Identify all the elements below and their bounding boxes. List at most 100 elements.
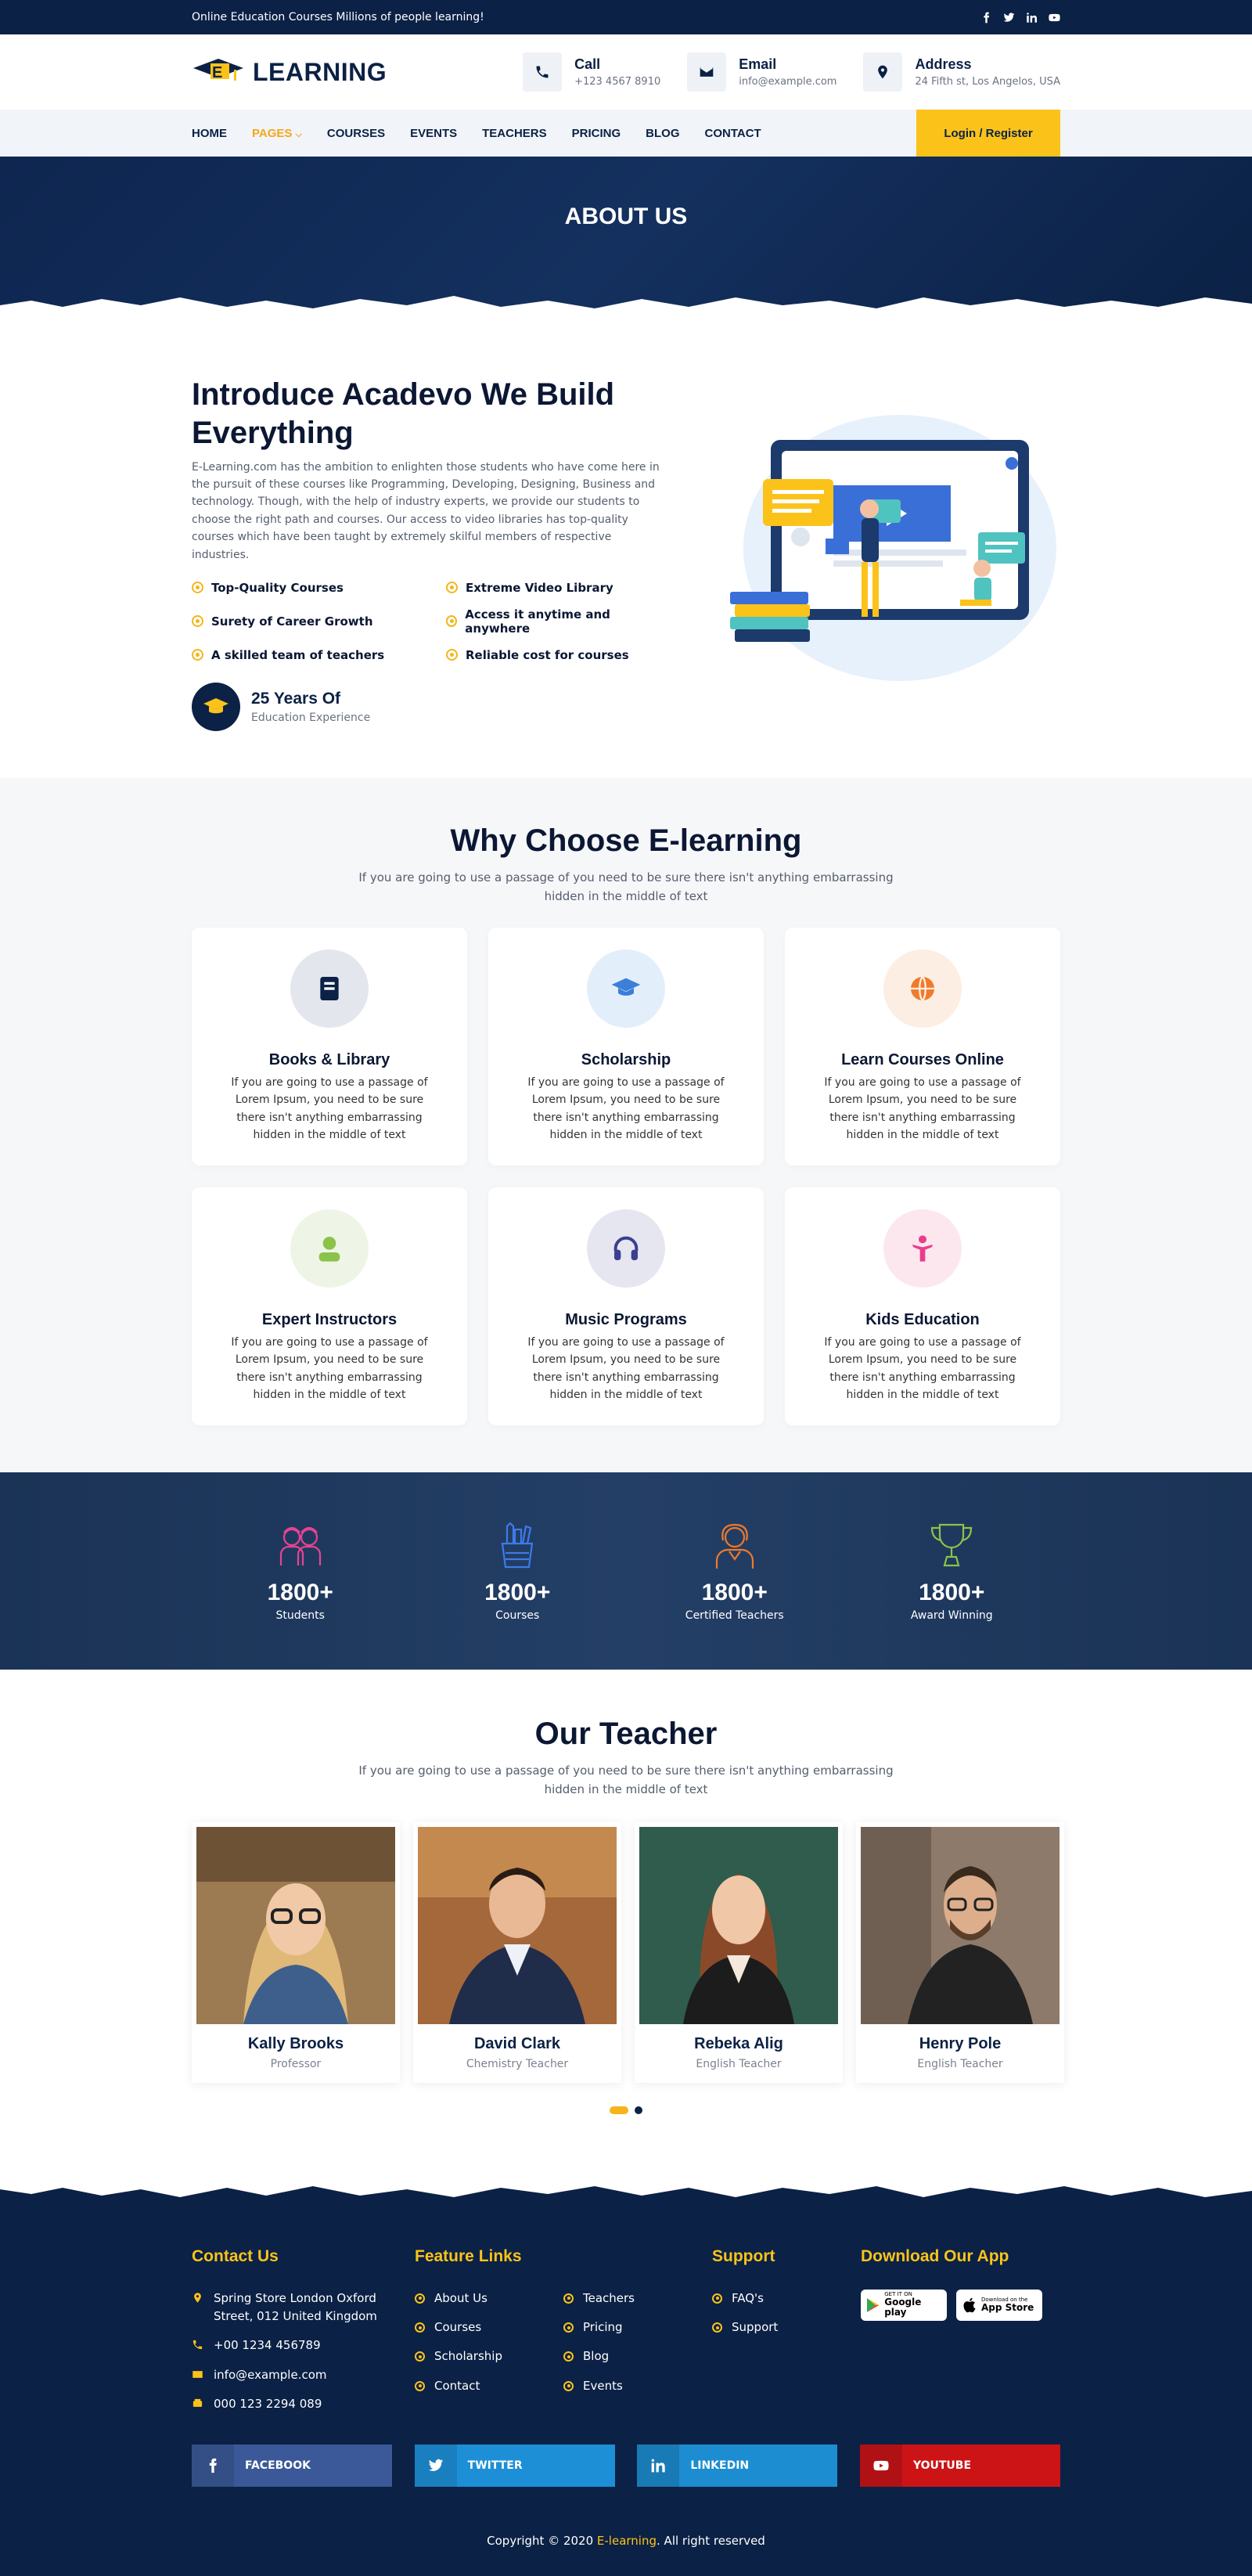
- card-text: If you are going to use a passage of Lor…: [527, 1075, 725, 1142]
- fax-icon: [192, 2398, 204, 2409]
- pencil-cup-icon: [501, 1522, 534, 1569]
- nav-item-courses[interactable]: COURSES: [327, 127, 385, 140]
- footer-app-title: Download Our App: [861, 2246, 1009, 2265]
- online-learning-illustration: [730, 415, 1056, 681]
- carousel-dot[interactable]: [635, 2106, 642, 2114]
- footer-link[interactable]: FAQ's: [712, 2290, 861, 2308]
- card-text: If you are going to use a passage of Lor…: [527, 1335, 725, 1402]
- facebook-icon[interactable]: [980, 12, 992, 23]
- feature-card-scholarship[interactable]: Scholarship If you are going to use a pa…: [488, 927, 764, 1166]
- teacher-card[interactable]: Henry Pole English Teacher: [856, 1821, 1064, 2083]
- card-text: If you are going to use a passage of Lor…: [824, 1075, 1021, 1142]
- nav-item-contact[interactable]: CONTACT: [705, 127, 761, 140]
- facebook-icon: [192, 2444, 234, 2488]
- copyright-brand-link[interactable]: E-learning: [597, 2534, 657, 2548]
- contact-email-value[interactable]: info@example.com: [739, 76, 836, 88]
- nav-item-blog[interactable]: BLOG: [646, 127, 679, 140]
- map-pin-icon: [863, 52, 903, 92]
- footer-support: Support FAQ's Support: [712, 2247, 861, 2424]
- top-bar: Online Education Courses Millions of peo…: [0, 0, 1252, 34]
- login-register-button[interactable]: Login / Register: [916, 110, 1060, 157]
- envelope-icon: [192, 2369, 204, 2380]
- feature-label: Access it anytime and anywhere: [465, 607, 610, 636]
- globe-icon: [883, 949, 962, 1028]
- stat-number: 1800+: [919, 1579, 985, 1605]
- teacher-role: English Teacher: [696, 2057, 782, 2070]
- stat-students: 1800+ Students: [214, 1520, 387, 1622]
- check-circle-icon: [446, 649, 458, 661]
- youtube-button[interactable]: YOUTUBE: [859, 2444, 1060, 2488]
- students-icon: [279, 1526, 321, 1565]
- footer-link[interactable]: Scholarship: [415, 2347, 563, 2365]
- teacher-photo: [861, 1826, 1060, 2024]
- footer-link-label: Blog: [583, 2349, 610, 2364]
- footer-fax: 000 123 2294 089: [192, 2395, 415, 2413]
- footer-link[interactable]: Contact: [415, 2377, 563, 2395]
- footer-link[interactable]: Blog: [563, 2347, 635, 2365]
- footer-address-text: Spring Store London Oxford Street, 012 U…: [214, 2290, 377, 2324]
- footer-link-label: Courses: [434, 2320, 482, 2335]
- card-title: Books & Library: [268, 1050, 390, 1068]
- footer-link[interactable]: Events: [563, 2377, 635, 2395]
- stat-courses: 1800+ Courses: [431, 1520, 603, 1622]
- youtube-icon[interactable]: [1049, 12, 1060, 23]
- footer-feature-title: Feature Links: [415, 2246, 522, 2265]
- stat-label: Courses: [495, 1609, 540, 1622]
- social-label: TWITTER: [467, 2459, 523, 2473]
- footer-phone-text[interactable]: +00 1234 456789: [214, 2336, 321, 2354]
- feature-card-online[interactable]: Learn Courses Online If you are going to…: [785, 927, 1060, 1166]
- teacher-card[interactable]: Rebeka Alig English Teacher: [635, 1821, 843, 2083]
- feature-card-music[interactable]: Music Programs If you are going to use a…: [488, 1187, 764, 1425]
- footer-email-text[interactable]: info@example.com: [214, 2366, 327, 2384]
- site-logo[interactable]: E LEARNING: [192, 56, 387, 88]
- feature-card-kids[interactable]: Kids Education If you are going to use a…: [785, 1187, 1060, 1425]
- footer-social-buttons: FACEBOOK TWITTER LINKEDIN YOUTUBE: [192, 2444, 1060, 2488]
- feature-item: Extreme Video Library: [446, 581, 665, 595]
- youtube-icon: [859, 2444, 902, 2488]
- footer-link[interactable]: Support: [712, 2318, 861, 2336]
- feature-card-books[interactable]: Books & Library If you are going to use …: [192, 927, 467, 1166]
- feature-label: Top-Quality Courses: [211, 580, 344, 595]
- nav-item-home[interactable]: HOME: [192, 127, 227, 140]
- graduation-cap-icon: [192, 682, 240, 731]
- google-play-badge[interactable]: GET IT ON Google play: [861, 2289, 947, 2321]
- feature-card-instructors[interactable]: Expert Instructors If you are going to u…: [192, 1187, 467, 1425]
- feature-item: A skilled team of teachers: [192, 648, 446, 662]
- teacher-photo: [196, 1826, 395, 2024]
- linkedin-button[interactable]: LINKEDIN: [637, 2444, 838, 2488]
- torn-paper-edge: [0, 296, 1252, 321]
- carousel-dot-active[interactable]: [610, 2106, 628, 2114]
- graduation-cap-icon: [587, 949, 665, 1028]
- footer-link[interactable]: Courses: [415, 2318, 563, 2336]
- nav-item-pages[interactable]: PAGES ⌵: [252, 127, 302, 140]
- why-title: Why Choose E-learning: [450, 823, 802, 858]
- nav-item-teachers[interactable]: TEACHERS: [482, 127, 547, 140]
- feature-label: Extreme Video Library: [466, 580, 613, 595]
- footer-link[interactable]: Teachers: [563, 2290, 635, 2308]
- teacher-card[interactable]: David Clark Chemistry Teacher: [413, 1821, 621, 2083]
- logo-mortarboard-icon: E: [193, 59, 243, 81]
- twitter-icon[interactable]: [1003, 12, 1015, 23]
- facebook-button[interactable]: FACEBOOK: [192, 2444, 392, 2488]
- footer-link[interactable]: Pricing: [563, 2318, 635, 2336]
- footer-feature-links: Feature Links About Us Courses Scholarsh…: [415, 2247, 712, 2424]
- twitter-button[interactable]: TWITTER: [414, 2444, 615, 2488]
- teacher-card[interactable]: Kally Brooks Professor: [192, 1821, 400, 2083]
- bullet-ring-icon: [563, 2293, 574, 2304]
- site-header: E LEARNING Call +123 4567 8910 Email info@…: [0, 34, 1252, 110]
- about-features: Top-Quality Courses Extreme Video Librar…: [192, 581, 669, 662]
- contact-call-value[interactable]: +123 4567 8910: [574, 76, 660, 88]
- app-store-badge[interactable]: Download on the App Store: [956, 2289, 1042, 2321]
- feature-cards: Books & Library If you are going to use …: [192, 927, 1060, 1425]
- footer-link[interactable]: About Us: [415, 2290, 563, 2308]
- nav-item-pricing[interactable]: PRICING: [572, 127, 621, 140]
- teacher-name: Kally Brooks: [247, 2034, 344, 2052]
- teacher-icon: [715, 1523, 754, 1569]
- footer-link-label: Events: [583, 2378, 623, 2393]
- linkedin-icon[interactable]: [1026, 12, 1038, 23]
- bullet-ring-icon: [712, 2322, 722, 2333]
- nav-item-events[interactable]: EVENTS: [410, 127, 457, 140]
- check-circle-icon: [446, 582, 458, 594]
- card-title: Music Programs: [565, 1310, 687, 1328]
- footer-address: Spring Store London Oxford Street, 012 U…: [192, 2290, 415, 2326]
